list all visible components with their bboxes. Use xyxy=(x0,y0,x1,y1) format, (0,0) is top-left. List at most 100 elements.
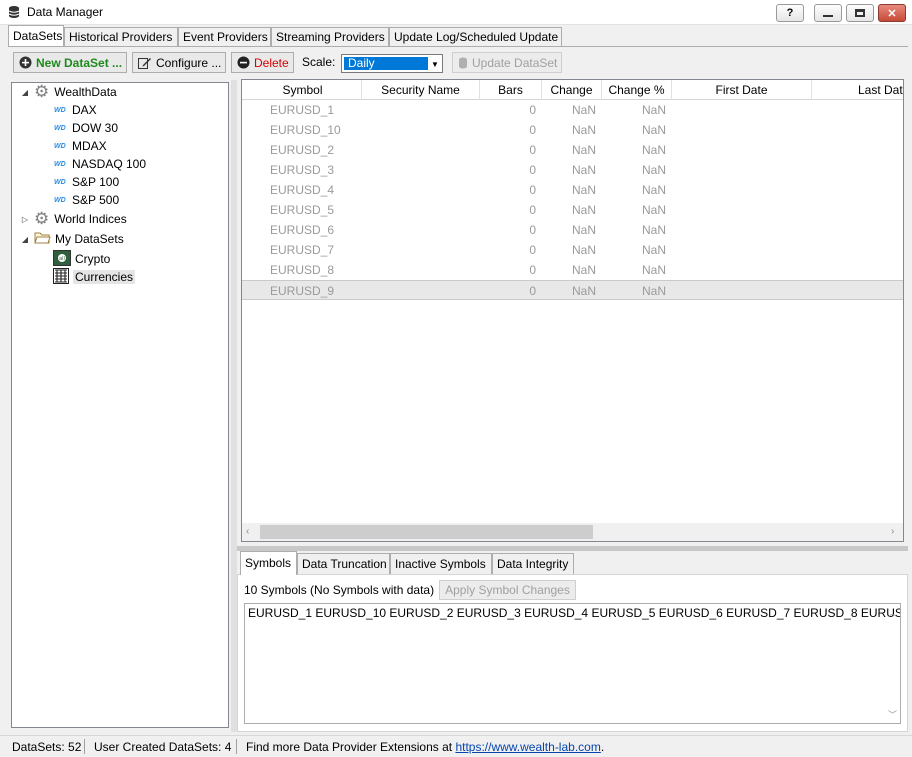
table-cell: 0 xyxy=(529,143,536,157)
column-header[interactable]: Security Name xyxy=(362,80,480,100)
table-cell: 0 xyxy=(529,284,536,298)
maximize-button[interactable] xyxy=(846,4,874,22)
table-cell: NaN xyxy=(571,223,596,237)
scale-selected-value: Daily xyxy=(344,57,428,70)
vertical-scrollbar[interactable]: ︿ ﹀ xyxy=(885,604,900,723)
tab-historical-providers[interactable]: Historical Providers xyxy=(64,27,178,46)
status-datasets-count: DataSets: 52 xyxy=(12,740,82,754)
tab-data-truncation[interactable]: Data Truncation xyxy=(297,553,390,574)
minimize-button[interactable] xyxy=(814,4,842,22)
scroll-right-icon[interactable]: › xyxy=(891,526,894,537)
tab-data-integrity[interactable]: Data Integrity xyxy=(492,553,574,574)
tab-update-log[interactable]: Update Log/Scheduled Update xyxy=(389,27,562,46)
scroll-thumb[interactable] xyxy=(260,525,593,539)
apply-symbol-changes-button[interactable]: Apply Symbol Changes xyxy=(439,580,576,600)
tree-node-wd-dataset[interactable]: WD DAX xyxy=(12,101,228,119)
collapsed-arrow-icon[interactable]: ▷ xyxy=(20,215,30,224)
table-cell: NaN xyxy=(571,183,596,197)
dataset-tree[interactable]: ◢ ⚙ WealthData WD DAX WD DOW 30 WD MDAX WD NASD… xyxy=(11,82,229,728)
tab-event-providers[interactable]: Event Providers xyxy=(178,27,271,46)
table-cell: EURUSD_10 xyxy=(270,123,341,137)
table-cell: NaN xyxy=(641,203,666,217)
expanded-arrow-icon[interactable]: ◢ xyxy=(20,235,30,244)
table-cell: NaN xyxy=(571,284,596,298)
wd-badge-icon: WD xyxy=(54,196,66,204)
scale-select[interactable]: Daily ▼ xyxy=(341,54,443,73)
close-button[interactable]: ✕ xyxy=(878,4,906,22)
tree-node-label: Crypto xyxy=(75,252,111,266)
wd-badge-icon: WD xyxy=(54,178,66,186)
table-cell: NaN xyxy=(571,263,596,277)
scroll-up-icon[interactable]: ︿ xyxy=(888,606,897,619)
table-row[interactable]: EURUSD_5 0 NaN NaN xyxy=(242,200,903,220)
table-row[interactable]: EURUSD_2 0 NaN NaN xyxy=(242,140,903,160)
symbols-textarea[interactable]: EURUSD_1 EURUSD_10 EURUSD_2 EURUSD_3 EUR… xyxy=(244,603,901,724)
table-cell: 0 xyxy=(529,203,536,217)
expanded-arrow-icon[interactable]: ◢ xyxy=(20,88,30,97)
tab-datasets[interactable]: DataSets xyxy=(8,25,64,47)
crypto-dataset-icon: all xyxy=(53,249,71,269)
table-row[interactable]: EURUSD_6 0 NaN NaN xyxy=(242,220,903,240)
new-dataset-button[interactable]: New DataSet ... xyxy=(13,52,127,73)
column-header[interactable]: Change xyxy=(542,80,602,100)
tree-node-label: DOW 30 xyxy=(72,121,119,135)
table-row[interactable]: EURUSD_7 0 NaN NaN xyxy=(242,240,903,260)
gear-icon: ⚙ xyxy=(34,82,50,101)
tree-node-wd-dataset[interactable]: WD NASDAQ 100 xyxy=(12,155,228,173)
table-cell: NaN xyxy=(641,123,666,137)
table-cell: 0 xyxy=(529,223,536,237)
update-dataset-label: Update DataSet xyxy=(472,55,558,70)
scroll-down-icon[interactable]: ﹀ xyxy=(888,708,897,721)
table-cell: EURUSD_7 xyxy=(270,243,335,257)
column-header[interactable]: Symbol xyxy=(244,80,362,100)
table-cell: 0 xyxy=(529,243,536,257)
tree-node-wd-dataset[interactable]: WD MDAX xyxy=(12,137,228,155)
plus-circle-icon xyxy=(19,56,32,69)
table-cell: EURUSD_4 xyxy=(270,183,335,197)
tree-node-wd-dataset[interactable]: WD S&P 100 xyxy=(12,173,228,191)
tree-node-wd-dataset[interactable]: WD S&P 500 xyxy=(12,191,228,209)
tree-node-my-datasets[interactable]: ◢ My DataSets xyxy=(12,230,228,248)
table-row[interactable]: EURUSD_9 0 NaN NaN xyxy=(242,280,903,300)
wealthdata-children: WD DAX WD DOW 30 WD MDAX WD NASDAQ 100 WD S&P 100… xyxy=(12,101,228,209)
tab-symbols[interactable]: Symbols xyxy=(240,551,297,575)
tab-inactive-symbols[interactable]: Inactive Symbols xyxy=(390,553,492,574)
table-cell: EURUSD_5 xyxy=(270,203,335,217)
table-cell: NaN xyxy=(641,284,666,298)
scale-label: Scale: xyxy=(302,55,336,69)
table-cell: 0 xyxy=(529,103,536,117)
scroll-left-icon[interactable]: ‹ xyxy=(246,526,249,537)
table-cell: NaN xyxy=(641,263,666,277)
table-cell: NaN xyxy=(571,163,596,177)
table-cell: NaN xyxy=(571,143,596,157)
table-row[interactable]: EURUSD_1 0 NaN NaN xyxy=(242,100,903,120)
tree-node-world-indices[interactable]: ▷ ⚙ World Indices xyxy=(12,210,228,228)
column-header[interactable]: First Date xyxy=(672,80,812,100)
table-cell: 0 xyxy=(529,263,536,277)
title-bar: Data Manager ? ✕ xyxy=(0,0,912,25)
column-header[interactable]: Change % xyxy=(602,80,672,100)
table-row[interactable]: EURUSD_10 0 NaN NaN xyxy=(242,120,903,140)
tree-node-label: Currencies xyxy=(73,270,136,284)
configure-button[interactable]: Configure ... xyxy=(132,52,226,73)
table-row[interactable]: EURUSD_3 0 NaN NaN xyxy=(242,160,903,180)
tree-node-wealthdata[interactable]: ◢ ⚙ WealthData xyxy=(12,83,228,101)
symbols-grid[interactable]: Symbol Security Name Bars Change Change % Fir… xyxy=(241,79,904,542)
tree-node-currencies[interactable]: Currencies xyxy=(12,267,228,286)
help-button[interactable]: ? xyxy=(776,4,804,22)
tree-node-wd-dataset[interactable]: WD DOW 30 xyxy=(12,119,228,137)
table-row[interactable]: EURUSD_8 0 NaN NaN xyxy=(242,260,903,280)
update-dataset-button[interactable]: Update DataSet xyxy=(452,52,562,73)
tab-streaming-providers[interactable]: Streaming Providers xyxy=(271,27,389,46)
database-icon xyxy=(458,57,468,69)
tree-node-label: NASDAQ 100 xyxy=(72,157,147,171)
column-header[interactable]: Bars xyxy=(480,80,542,100)
table-cell: NaN xyxy=(571,103,596,117)
wealth-lab-link[interactable]: https://www.wealth-lab.com xyxy=(455,740,600,754)
column-header[interactable]: Last Date xyxy=(812,80,903,100)
table-row[interactable]: EURUSD_4 0 NaN NaN xyxy=(242,180,903,200)
horizontal-scrollbar[interactable]: ‹ › xyxy=(242,523,903,541)
delete-button[interactable]: Delete xyxy=(231,52,294,73)
horizontal-splitter[interactable] xyxy=(237,546,908,551)
tree-node-crypto[interactable]: all Crypto xyxy=(12,249,228,269)
